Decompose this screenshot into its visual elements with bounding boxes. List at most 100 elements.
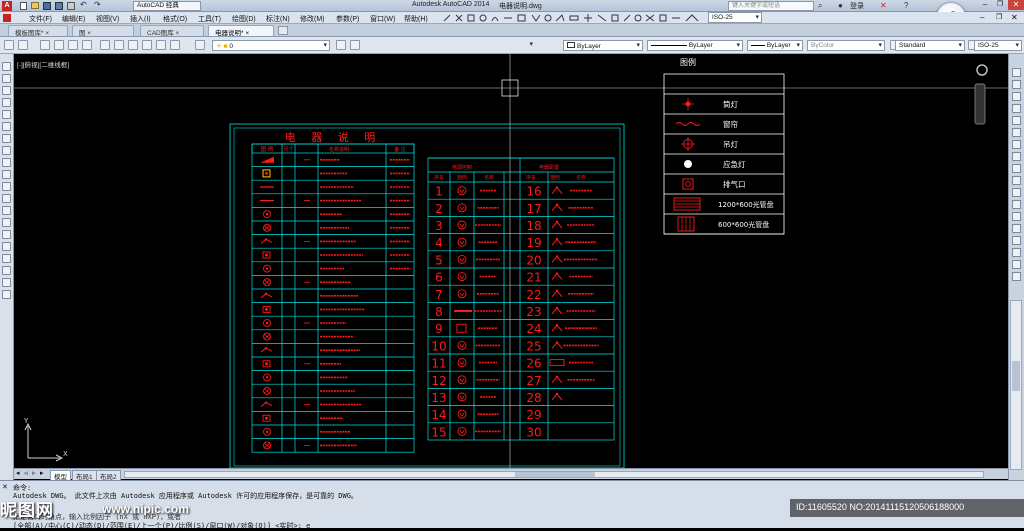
sheet-set-icon[interactable] <box>142 40 152 50</box>
horizontal-scroll-thumb[interactable] <box>515 472 595 477</box>
menu-parametric[interactable]: 参数(P) <box>336 14 359 24</box>
app-logo-icon[interactable]: A <box>2 1 12 11</box>
menu-tools[interactable]: 工具(T) <box>198 14 221 24</box>
layout-nav-prev-icon[interactable]: ◃ <box>24 469 28 477</box>
construction-line-icon[interactable] <box>2 74 11 83</box>
polyline-icon[interactable] <box>2 86 11 95</box>
search-icon[interactable]: ⌕ <box>818 1 822 11</box>
layer-properties-icon[interactable] <box>195 40 205 50</box>
menu-draw[interactable]: 绘图(D) <box>232 14 256 24</box>
dimstyle-top-select[interactable]: ISO-25 <box>708 12 762 23</box>
search-box[interactable]: 键入关键字或短语 <box>728 1 814 11</box>
quick-access-print-icon[interactable] <box>67 2 75 10</box>
array-icon[interactable] <box>1012 116 1021 125</box>
viewport-label[interactable]: [-][俯视][二维线框] <box>17 59 69 69</box>
mirror-icon[interactable] <box>1012 92 1021 101</box>
menu-insert[interactable]: 插入(I) <box>130 14 151 24</box>
menu-edit[interactable]: 编辑(E) <box>62 14 85 24</box>
menu-format[interactable]: 格式(O) <box>163 14 187 24</box>
chamfer-icon[interactable] <box>1012 236 1021 245</box>
minimize-button[interactable]: – <box>978 0 992 10</box>
line-icon[interactable] <box>2 62 11 71</box>
quick-access-redo-icon[interactable]: ↷ <box>94 0 101 9</box>
doc-tab-electrical-notes[interactable]: 电器说明* × <box>208 25 274 37</box>
quick-access-saveas-icon[interactable] <box>55 2 63 10</box>
copy-icon[interactable] <box>1012 80 1021 89</box>
vertical-scrollbar[interactable] <box>1010 300 1022 470</box>
pan-icon[interactable] <box>40 40 50 50</box>
exchange-icon[interactable]: ✕ <box>880 1 887 10</box>
break-icon[interactable] <box>1012 212 1021 221</box>
redo-icon[interactable] <box>18 40 28 50</box>
menu-window[interactable]: 窗口(W) <box>370 14 395 24</box>
doc-tab-cad-library[interactable]: CAD图库 × <box>140 25 204 37</box>
make-current-layer-icon[interactable] <box>336 40 346 50</box>
zoom-window-icon[interactable] <box>68 40 78 50</box>
hatch-icon[interactable] <box>2 230 11 239</box>
help-icon[interactable]: ? <box>904 1 908 10</box>
quick-access-save-icon[interactable] <box>43 2 51 10</box>
table-icon[interactable] <box>2 266 11 275</box>
linetype-select[interactable]: ByLayer <box>647 40 743 51</box>
restore-button[interactable]: ❐ <box>993 0 1007 10</box>
tool-palette-icon[interactable] <box>128 40 138 50</box>
move-icon[interactable] <box>1012 128 1021 137</box>
doc-minimize-button[interactable]: – <box>980 13 984 22</box>
design-center-icon[interactable] <box>114 40 124 50</box>
blend-icon[interactable] <box>1012 260 1021 269</box>
circle-icon[interactable] <box>2 134 11 143</box>
login-link[interactable]: 登录 <box>850 1 864 11</box>
trim-icon[interactable] <box>1012 176 1021 185</box>
rectangle-icon[interactable] <box>2 110 11 119</box>
menu-doc-icon[interactable] <box>3 14 11 22</box>
doc-restore-button[interactable]: ❐ <box>996 13 1002 21</box>
break-at-point-icon[interactable] <box>1012 200 1021 209</box>
stretch-icon[interactable] <box>1012 164 1021 173</box>
text-style-select[interactable]: Standard <box>895 40 965 51</box>
undo-icon[interactable] <box>4 40 14 50</box>
menu-modify[interactable]: 修改(M) <box>300 14 325 24</box>
layout-nav-first-icon[interactable]: ◂ <box>16 469 20 477</box>
quickcalc-icon[interactable] <box>170 40 180 50</box>
layout-nav-next-icon[interactable]: ▹ <box>32 469 36 477</box>
doc-close-button[interactable]: ✕ <box>1011 13 1018 22</box>
menu-view[interactable]: 视图(V) <box>96 14 119 24</box>
lineweight-select[interactable]: ByLayer <box>747 40 803 51</box>
arc-icon[interactable] <box>2 122 11 131</box>
color-select[interactable]: ByLayer <box>563 40 643 51</box>
polygon-icon[interactable] <box>2 98 11 107</box>
scale-icon[interactable] <box>1012 152 1021 161</box>
insert-block-icon[interactable] <box>2 194 11 203</box>
multiline-text-icon[interactable] <box>2 278 11 287</box>
layer-select[interactable]: ☀ ■ 0 <box>212 40 330 51</box>
quick-access-undo-icon[interactable]: ↶ <box>80 0 87 9</box>
revision-cloud-icon[interactable] <box>2 146 11 155</box>
offset-icon[interactable] <box>1012 104 1021 113</box>
spline-icon[interactable] <box>2 158 11 167</box>
new-tab-icon[interactable] <box>278 26 288 35</box>
vertical-scroll-thumb[interactable] <box>1012 361 1020 391</box>
layer-previous-icon[interactable] <box>350 40 360 50</box>
command-close-icon[interactable]: ✕ <box>2 483 8 491</box>
zoom-previous-icon[interactable] <box>82 40 92 50</box>
gradient-icon[interactable] <box>2 242 11 251</box>
plotstyle-select[interactable]: ByColor <box>807 40 885 51</box>
menu-dimension[interactable]: 标注(N) <box>266 14 290 24</box>
region-icon[interactable] <box>2 254 11 263</box>
user-icon[interactable]: ● <box>838 1 843 10</box>
fillet-icon[interactable] <box>1012 248 1021 257</box>
ellipse-arc-icon[interactable] <box>2 182 11 191</box>
extend-icon[interactable] <box>1012 188 1021 197</box>
point-icon[interactable] <box>2 218 11 227</box>
rotate-icon[interactable] <box>1012 140 1021 149</box>
drawing-canvas[interactable]: [-][俯视][二维线框] 电 器 说 明图 例尺寸 名称说明备 注电源控制 电器配… <box>14 54 1008 468</box>
markup-icon[interactable] <box>156 40 166 50</box>
menu-help[interactable]: 帮助(H) <box>404 14 428 24</box>
close-button[interactable]: ✕ <box>1008 0 1024 10</box>
erase-icon[interactable] <box>1012 68 1021 77</box>
quick-access-new-icon[interactable] <box>20 2 27 10</box>
workspace-selector[interactable]: AutoCAD 经典 <box>133 1 201 11</box>
ellipse-icon[interactable] <box>2 170 11 179</box>
explode-icon[interactable] <box>1012 272 1021 281</box>
make-block-icon[interactable] <box>2 206 11 215</box>
